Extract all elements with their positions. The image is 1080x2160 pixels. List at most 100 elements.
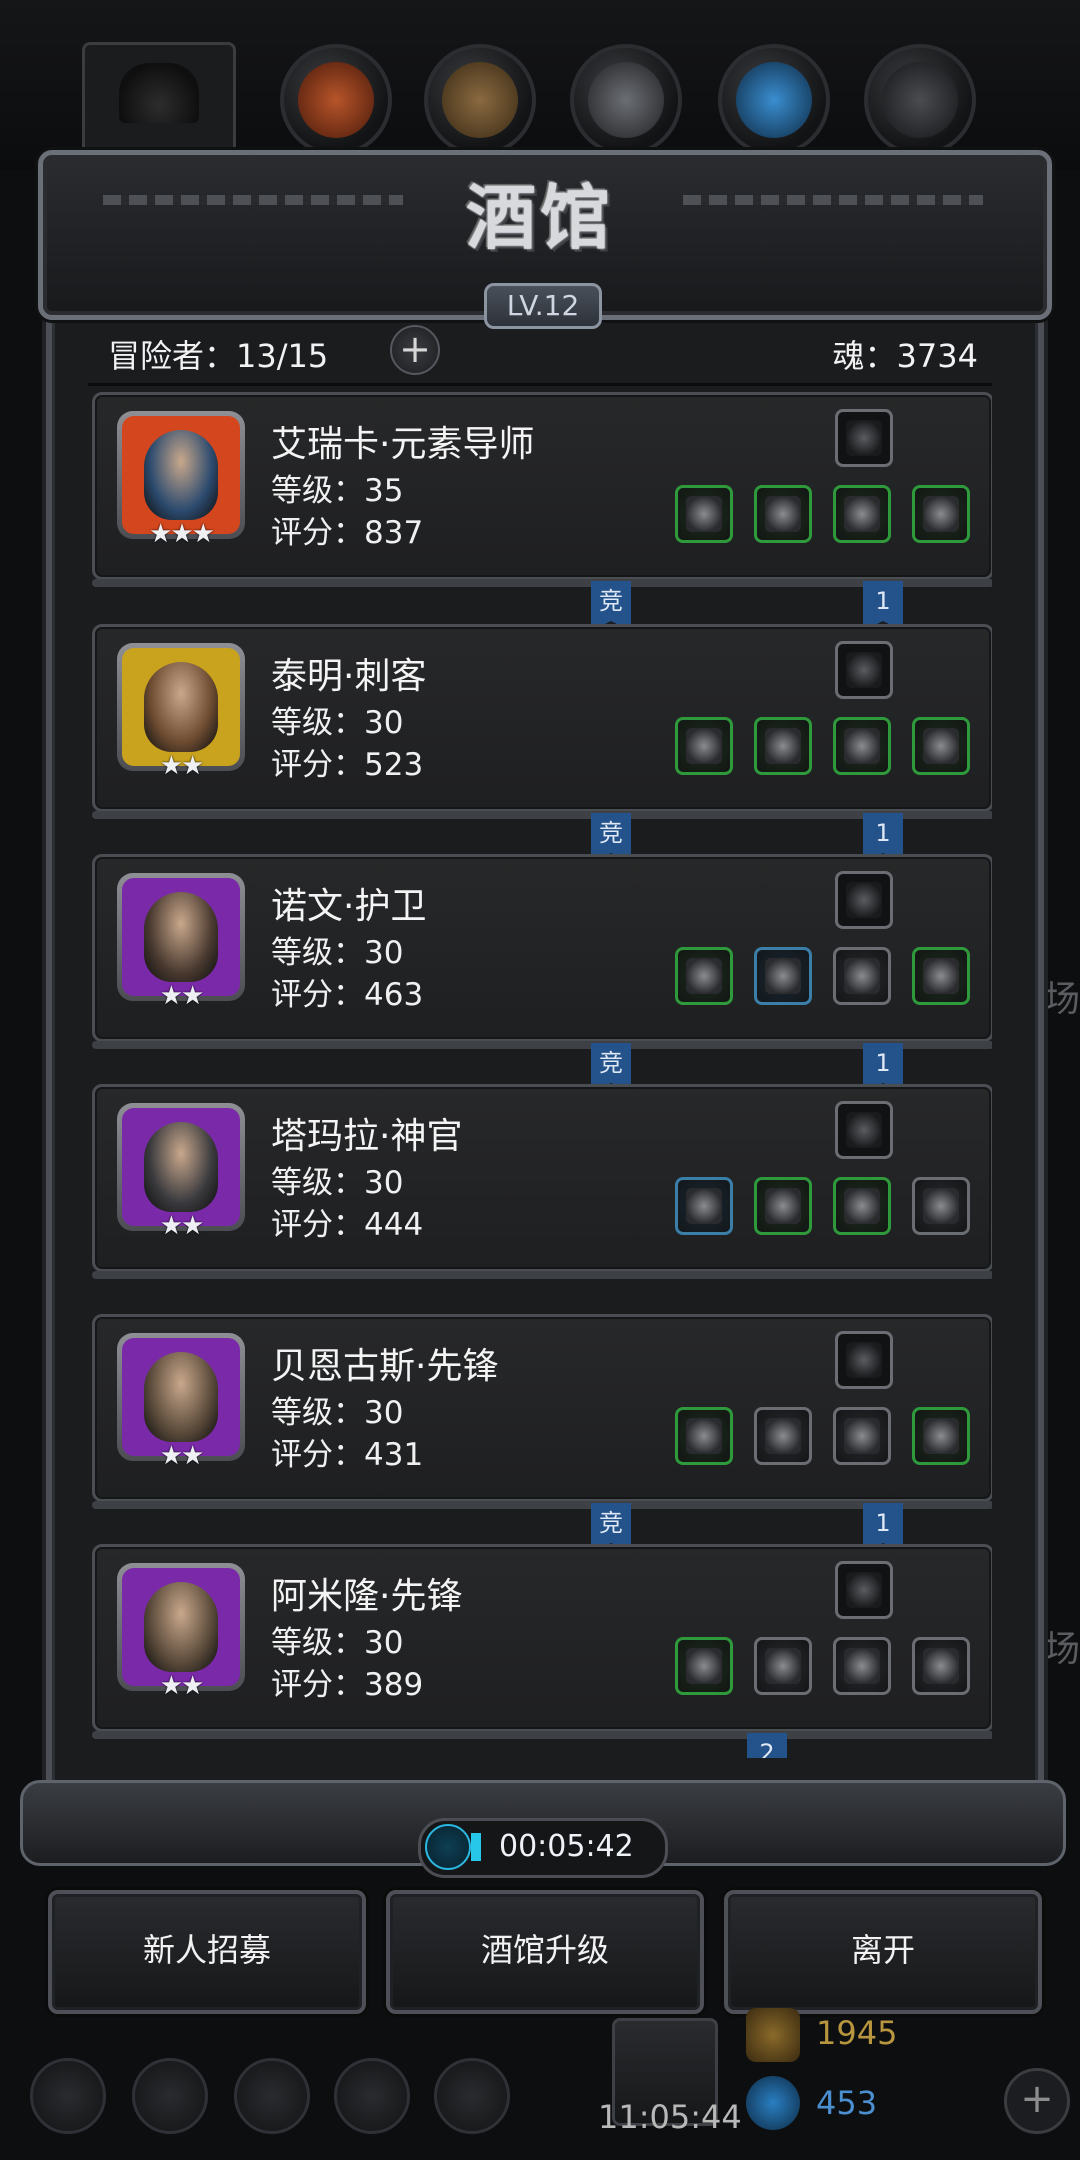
wood-icon[interactable] bbox=[912, 717, 970, 775]
hero-card[interactable]: ★★ 泰明·刺客 等级：30 评分：523 竞1 bbox=[92, 624, 992, 863]
armor-icon[interactable] bbox=[754, 1177, 812, 1235]
hero-score: 评分：837 bbox=[271, 515, 424, 551]
gold-count: 1945 bbox=[816, 2014, 898, 2052]
title-plate: 酒馆 bbox=[430, 168, 650, 288]
hero-card[interactable]: ★★ 诺文·护卫 等级：30 评分：463 竞1 bbox=[92, 854, 992, 1093]
amulet-icon[interactable] bbox=[912, 1637, 970, 1695]
armor-icon[interactable] bbox=[754, 717, 812, 775]
upgrade-tavern-button[interactable]: 酒馆升级 bbox=[386, 1890, 704, 2014]
ring-icon[interactable] bbox=[833, 485, 891, 543]
hero-face bbox=[144, 1352, 218, 1442]
hero-score: 评分：463 bbox=[271, 977, 424, 1013]
armor-icon[interactable] bbox=[754, 947, 812, 1005]
hero-stars: ★★ bbox=[159, 1211, 205, 1241]
crystal-icon[interactable] bbox=[835, 871, 893, 929]
empty-slot-icon[interactable] bbox=[835, 1101, 893, 1159]
hero-list[interactable]: ★★★ 艾瑞卡·元素导师 等级：35 评分：837 竞1 ★★ 泰明·刺客 等级… bbox=[88, 392, 992, 1758]
hero-face bbox=[144, 1582, 218, 1672]
crystal-icon[interactable] bbox=[718, 44, 830, 156]
hammer-icon[interactable] bbox=[675, 1177, 733, 1235]
hero-card[interactable]: ★★ 阿米隆·先锋 等级：30 评分：389 2 bbox=[92, 1544, 992, 1758]
hero-name: 塔玛拉·神官 bbox=[271, 1116, 463, 1157]
fur-icon[interactable] bbox=[835, 641, 893, 699]
hero-stars: ★★ bbox=[159, 1671, 205, 1701]
axe-icon[interactable] bbox=[675, 1407, 733, 1465]
add-currency-button[interactable]: + bbox=[1004, 2068, 1070, 2134]
gauntlet-icon[interactable] bbox=[833, 717, 891, 775]
hero-name: 泰明·刺客 bbox=[271, 656, 427, 697]
glove-icon[interactable] bbox=[835, 1331, 893, 1389]
chain-decoration bbox=[103, 195, 403, 205]
recruit-button[interactable]: 新人招募 bbox=[48, 1890, 366, 2014]
glove-icon[interactable] bbox=[835, 409, 893, 467]
mail-icon[interactable] bbox=[334, 2058, 410, 2134]
staff-icon[interactable] bbox=[675, 485, 733, 543]
hero-level: 等级：30 bbox=[271, 1165, 404, 1201]
meat-icon[interactable] bbox=[280, 44, 392, 156]
hero-score: 评分：523 bbox=[271, 747, 424, 783]
dagger-icon[interactable] bbox=[675, 717, 733, 775]
gem-count: 453 bbox=[816, 2084, 878, 2122]
hero-card[interactable]: ★★★ 艾瑞卡·元素导师 等级：35 评分：837 竞1 bbox=[92, 392, 992, 631]
wood-icon[interactable] bbox=[424, 44, 536, 156]
hero-name: 诺文·护卫 bbox=[271, 886, 427, 927]
add-adventurer-button[interactable]: + bbox=[390, 325, 440, 375]
achievement-icon[interactable] bbox=[132, 2058, 208, 2134]
amulet-icon[interactable] bbox=[833, 1637, 891, 1695]
refresh-timer: 00:05:42 bbox=[418, 1818, 668, 1878]
ring-icon[interactable] bbox=[912, 485, 970, 543]
hero-stars: ★★ bbox=[159, 1441, 205, 1471]
hero-level: 等级：30 bbox=[271, 935, 404, 971]
sword-icon[interactable] bbox=[675, 947, 733, 1005]
card-rail bbox=[92, 1731, 992, 1739]
armor-icon[interactable] bbox=[754, 485, 812, 543]
chain-decoration bbox=[683, 195, 983, 205]
hero-name: 贝恩古斯·先锋 bbox=[271, 1346, 499, 1387]
axe-icon[interactable] bbox=[675, 1637, 733, 1695]
leave-button[interactable]: 离开 bbox=[724, 1890, 1042, 2014]
ring-icon[interactable] bbox=[833, 1407, 891, 1465]
armor-icon[interactable] bbox=[754, 1637, 812, 1695]
hero-face bbox=[144, 1122, 218, 1212]
hero-stars: ★★ bbox=[159, 981, 205, 1011]
background-text: 场 bbox=[1043, 979, 1080, 1020]
hero-level: 等级：35 bbox=[271, 473, 404, 509]
tavern-level-badge: LV.12 bbox=[484, 283, 602, 329]
adventurer-count: 冒险者：13/15 bbox=[108, 337, 329, 375]
hat-icon bbox=[119, 63, 199, 123]
ore-icon[interactable] bbox=[864, 44, 976, 156]
background-text: 场 bbox=[1043, 1629, 1080, 1670]
timer-progress bbox=[471, 1833, 481, 1861]
hero-face bbox=[144, 430, 218, 520]
hero-stars: ★★ bbox=[159, 751, 205, 781]
clock-icon bbox=[425, 1824, 471, 1870]
ring-icon[interactable] bbox=[833, 1177, 891, 1235]
hero-name: 阿米隆·先锋 bbox=[271, 1576, 463, 1617]
card-rail bbox=[92, 811, 992, 819]
ring-icon[interactable] bbox=[912, 1177, 970, 1235]
card-rail bbox=[92, 1041, 992, 1049]
amulet-icon[interactable] bbox=[833, 947, 891, 1005]
hero-name: 艾瑞卡·元素导师 bbox=[271, 424, 535, 465]
guild-icon[interactable] bbox=[234, 2058, 310, 2134]
hero-card[interactable]: ★★ 贝恩古斯·先锋 等级：30 评分：431 竞1 bbox=[92, 1314, 992, 1553]
armor-icon[interactable] bbox=[754, 1407, 812, 1465]
empty-slot-icon[interactable] bbox=[835, 1561, 893, 1619]
gauntlet-icon[interactable] bbox=[912, 1407, 970, 1465]
team-tag: 2 bbox=[747, 1733, 787, 1758]
game-clock: 11:05:44 bbox=[598, 2098, 742, 2136]
tavern-topbar: 冒险者：13/15 + 魂：3734 bbox=[108, 325, 978, 375]
settings-icon[interactable] bbox=[30, 2058, 106, 2134]
iron-icon[interactable] bbox=[570, 44, 682, 156]
hero-card[interactable]: ★★ 塔玛拉·神官 等级：30 评分：444 bbox=[92, 1084, 992, 1279]
hero-level: 等级：30 bbox=[271, 1395, 404, 1431]
chest-icon[interactable] bbox=[912, 947, 970, 1005]
timer-text: 00:05:42 bbox=[499, 1829, 634, 1864]
hero-face bbox=[144, 892, 218, 982]
handshake-icon[interactable] bbox=[434, 2058, 510, 2134]
divider bbox=[88, 383, 992, 386]
hero-score: 评分：389 bbox=[271, 1667, 424, 1703]
hero-face bbox=[144, 662, 218, 752]
page-title: 酒馆 bbox=[466, 176, 614, 259]
hero-level: 等级：30 bbox=[271, 705, 404, 741]
